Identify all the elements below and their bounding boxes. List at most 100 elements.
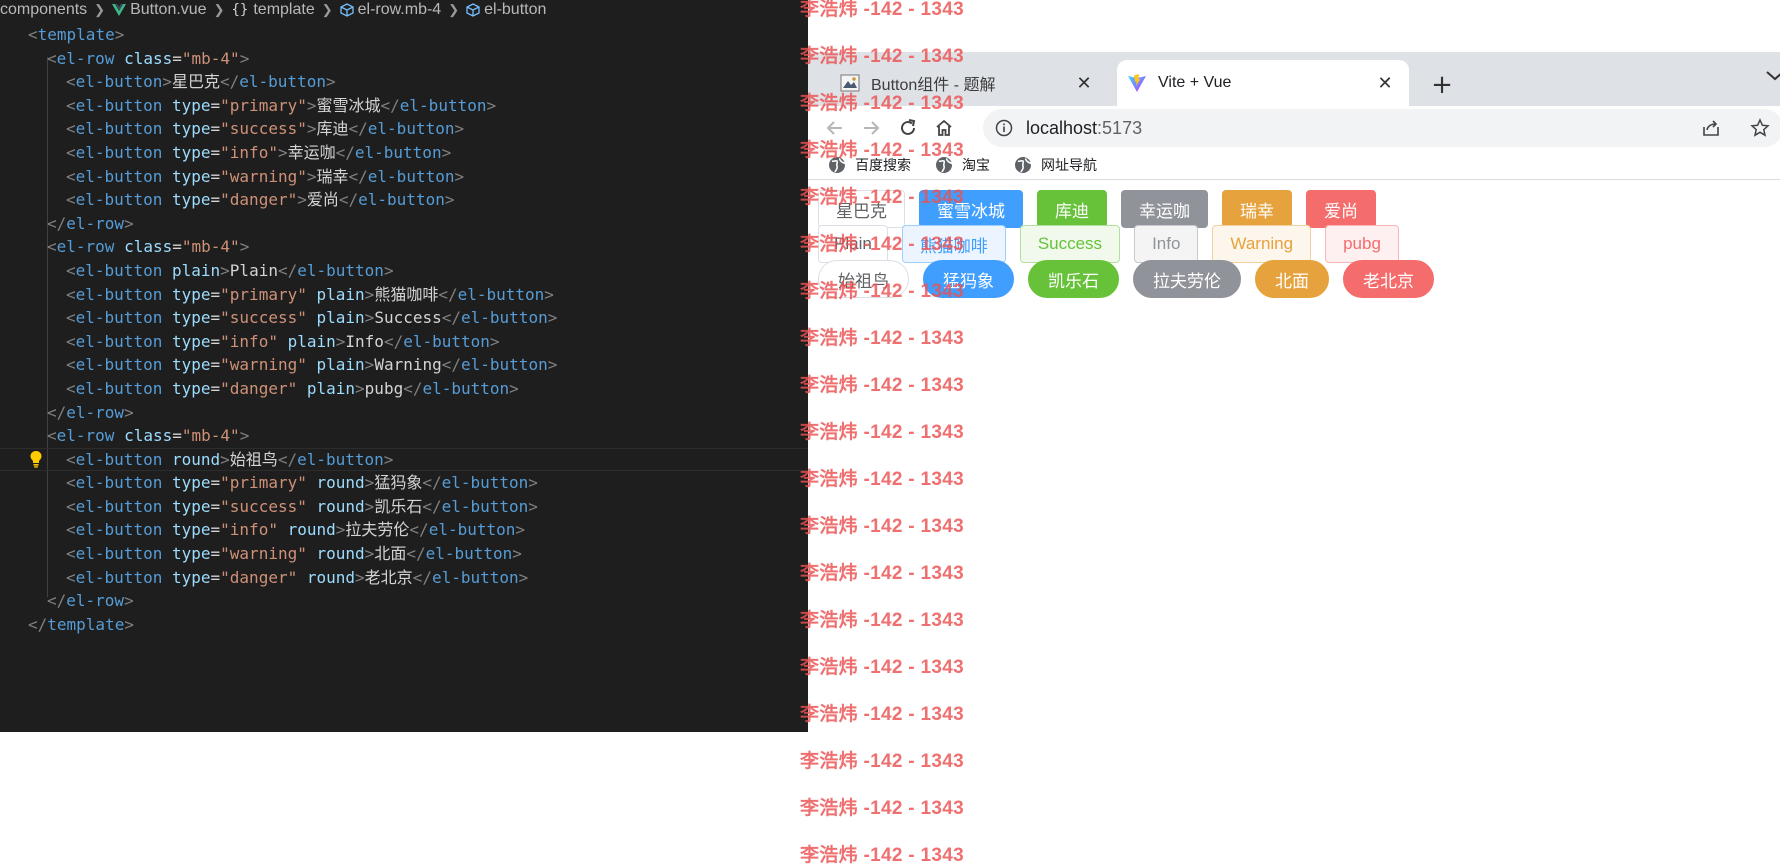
url-text[interactable]: localhost:5173 <box>1026 118 1780 139</box>
code-token-tag: el-button <box>367 119 455 139</box>
default-solid-button[interactable]: 星巴克 <box>818 190 905 228</box>
code-line[interactable]: <el-row class="mb-4"> <box>28 47 557 71</box>
code-token-text: = <box>210 142 221 162</box>
primary-plain-button[interactable]: 熊猫咖啡 <box>901 225 1006 263</box>
home-button[interactable] <box>929 113 959 143</box>
breadcrumb-item-components[interactable]: components <box>0 1 87 19</box>
code-token-punc: > <box>383 449 394 469</box>
bookmark-star-icon[interactable] <box>1750 118 1770 138</box>
breadcrumb-item-el-button[interactable]: el-button <box>466 1 546 19</box>
code-line[interactable]: <el-button type="danger" plain>pubg</el-… <box>28 377 557 401</box>
share-icon[interactable] <box>1701 118 1721 138</box>
code-token-punc: </ <box>338 190 359 210</box>
code-token-punc: > <box>162 72 172 92</box>
code-line[interactable]: <el-button type="primary" plain>熊猫咖啡</el… <box>28 283 557 307</box>
info-plain-button[interactable]: Info <box>1134 225 1199 263</box>
code-line[interactable]: <template> <box>28 23 557 47</box>
code-token-text: 始祖鸟 <box>229 449 278 469</box>
success-round-button[interactable]: 凯乐石 <box>1028 260 1119 298</box>
code-line[interactable]: <el-row class="mb-4"> <box>28 424 557 448</box>
close-icon[interactable]: ✕ <box>1371 69 1399 97</box>
default-plain-button[interactable]: Plain <box>818 225 888 263</box>
tab-button-solution[interactable]: Button组件 - 题解 ✕ <box>826 60 1108 106</box>
code-token-tag: el-button <box>358 190 445 210</box>
code-line[interactable]: <el-button type="warning" plain>Warning<… <box>28 353 557 377</box>
arrow-right-icon <box>864 121 880 135</box>
button-row-round: 始祖鸟 猛犸象 凯乐石 拉夫劳伦 北面 老北京 <box>818 260 1448 298</box>
warning-round-button[interactable]: 北面 <box>1255 260 1329 298</box>
code-token-str: "info" <box>220 520 278 540</box>
code-token-attr: round <box>316 473 365 493</box>
code-token-punc: > <box>364 496 375 516</box>
warning-plain-button[interactable]: Warning <box>1212 225 1312 263</box>
code-line[interactable]: <el-button type="success" plain>Success<… <box>28 306 557 330</box>
bookmark-item[interactable]: 百度搜索 <box>824 155 911 175</box>
url-port: :5173 <box>1097 117 1143 138</box>
code-line[interactable]: <el-button type="info">幸运咖</el-button> <box>28 141 557 165</box>
bookmark-item[interactable]: 网址导航 <box>1010 155 1097 175</box>
code-line[interactable]: <el-button type="danger">爱尚</el-button> <box>28 188 557 212</box>
tab-vite-vue[interactable]: Vite + Vue ✕ <box>1117 60 1409 106</box>
code-token-punc: < <box>66 190 76 210</box>
danger-plain-button[interactable]: pubg <box>1325 225 1399 263</box>
page-thumbnail-icon <box>840 74 860 92</box>
code-line[interactable]: <el-button type="success" round>凯乐石</el-… <box>28 495 557 519</box>
code-line[interactable]: <el-button type="warning">瑞幸</el-button> <box>28 165 557 189</box>
chevron-down-icon[interactable] <box>1763 64 1780 88</box>
info-icon[interactable] <box>995 119 1013 137</box>
primary-round-button[interactable]: 猛犸象 <box>923 260 1014 298</box>
success-plain-button[interactable]: Success <box>1019 225 1121 263</box>
breadcrumb-item-template[interactable]: {} template <box>231 1 314 19</box>
code-token-punc: > <box>454 166 465 186</box>
watermark-text: 李浩炜 -142 - 1343 <box>800 0 964 20</box>
code-line[interactable]: <el-button type="danger" round>老北京</el-b… <box>28 566 557 590</box>
code-token-str: "success" <box>220 308 307 328</box>
code-token-punc: > <box>297 190 307 210</box>
code-line[interactable]: <el-button type="primary">蜜雪冰城</el-butto… <box>28 94 557 118</box>
code-token-punc: < <box>66 331 76 351</box>
code-line[interactable]: </el-row> <box>28 212 557 236</box>
danger-round-button[interactable]: 老北京 <box>1343 260 1434 298</box>
code-line[interactable]: <el-button type="primary" round>猛犸象</el-… <box>28 471 557 495</box>
breadcrumb-item-file[interactable]: Button.vue <box>112 1 207 19</box>
default-round-button[interactable]: 始祖鸟 <box>818 260 909 298</box>
code-area[interactable]: <template> <el-row class="mb-4"> <el-butto… <box>0 23 808 637</box>
code-line[interactable]: <el-row class="mb-4"> <box>28 235 557 259</box>
code-token-text: = <box>210 284 221 304</box>
info-solid-button[interactable]: 幸运咖 <box>1121 190 1208 228</box>
tab-strip: Button组件 - 题解 ✕ Vite + Vue ✕ + <box>808 52 1780 106</box>
forward-button[interactable] <box>856 113 886 143</box>
code-token-attr: type <box>171 355 211 375</box>
code-line[interactable]: <el-button plain>Plain</el-button> <box>28 259 557 283</box>
code-editor[interactable]: components ❯ Button.vue ❯ {} template ❯ … <box>0 0 808 732</box>
code-line[interactable]: <el-button type="success">库迪</el-button> <box>28 117 557 141</box>
code-token-tag: el-button <box>354 142 442 162</box>
code-line[interactable]: </template> <box>28 613 557 637</box>
code-token-punc: > <box>306 166 317 186</box>
code-token-punc: > <box>509 378 519 398</box>
code-token-tag: el-button <box>297 260 384 280</box>
code-line[interactable]: <el-button round>始祖鸟</el-button> <box>0 447 808 472</box>
code-line[interactable]: </el-row> <box>28 589 557 613</box>
code-line[interactable]: <el-button>星巴克</el-button> <box>28 70 557 94</box>
close-icon[interactable]: ✕ <box>1070 69 1098 97</box>
code-line[interactable]: <el-button type="info" plain>Info</el-bu… <box>28 330 557 354</box>
bookmark-item[interactable]: 淘宝 <box>931 155 990 175</box>
code-line[interactable]: <el-button type="warning" round>北面</el-b… <box>28 542 557 566</box>
info-round-button[interactable]: 拉夫劳伦 <box>1133 260 1241 298</box>
warning-solid-button[interactable]: 瑞幸 <box>1222 190 1292 228</box>
code-token-punc: < <box>66 95 76 115</box>
success-solid-button[interactable]: 库迪 <box>1037 190 1107 228</box>
code-line[interactable]: </el-row> <box>28 401 557 425</box>
lightbulb-icon[interactable] <box>29 450 43 468</box>
address-bar[interactable]: localhost:5173 <box>983 109 1780 147</box>
code-line[interactable]: <el-button type="info" round>拉夫劳伦</el-bu… <box>28 518 557 542</box>
back-button[interactable] <box>820 113 850 143</box>
primary-solid-button[interactable]: 蜜雪冰城 <box>919 190 1023 228</box>
danger-solid-button[interactable]: 爱尚 <box>1306 190 1376 228</box>
code-token-tag: el-button <box>431 567 519 587</box>
breadcrumb-item-el-row[interactable]: el-row.mb-4 <box>339 1 441 19</box>
reload-button[interactable] <box>893 113 923 143</box>
new-tab-button[interactable]: + <box>1426 69 1458 101</box>
chevron-right-icon: ❯ <box>448 2 460 17</box>
